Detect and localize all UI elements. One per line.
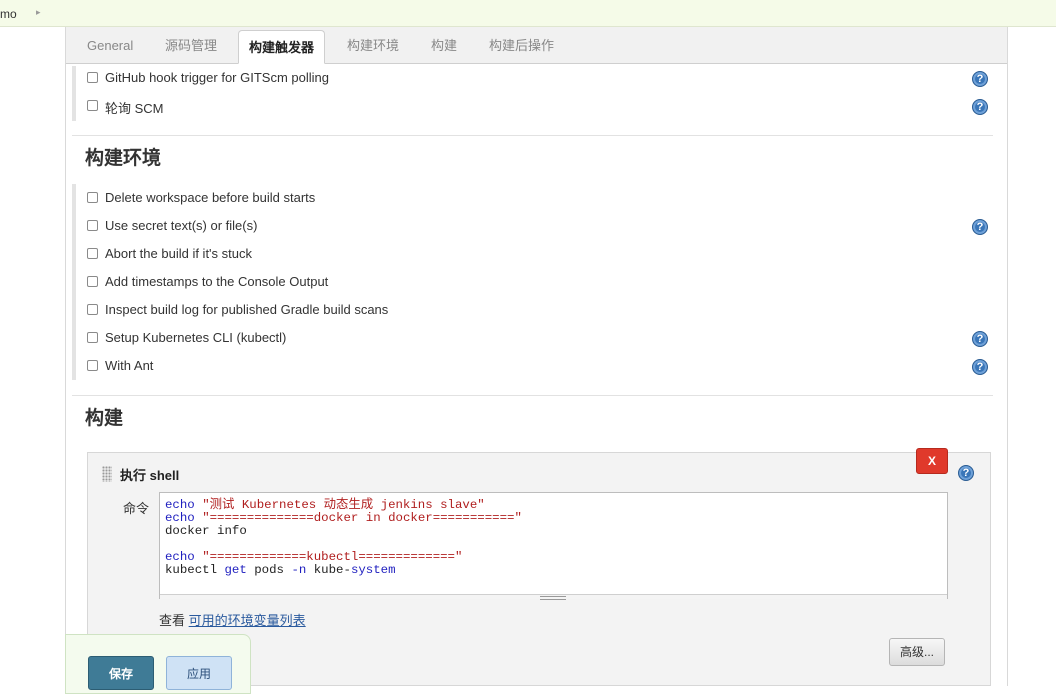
help-icon[interactable]: ?: [972, 99, 988, 115]
drag-handle-icon[interactable]: [102, 466, 112, 482]
env-abort-stuck-label: Abort the build if it's stuck: [105, 246, 252, 261]
env-with-ant-checkbox[interactable]: [87, 360, 98, 371]
env-delete-workspace-label: Delete workspace before build starts: [105, 190, 316, 205]
env-gradle-scans-checkbox[interactable]: [87, 304, 98, 315]
env-gradle-scans-label: Inspect build log for published Gradle b…: [105, 302, 389, 317]
env-timestamps-label: Add timestamps to the Console Output: [105, 274, 329, 289]
help-icon[interactable]: ?: [972, 71, 988, 87]
trigger-github-hook-checkbox[interactable]: [87, 72, 98, 83]
build-env-title: 构建环境: [85, 148, 162, 169]
env-timestamps-checkbox[interactable]: [87, 276, 98, 287]
triggers-group-bar: [72, 66, 76, 121]
code-line: docker info: [165, 524, 247, 538]
help-icon[interactable]: ?: [972, 331, 988, 347]
breadcrumb-bar: mo ▸: [0, 0, 1056, 27]
shell-step-title: 执行 shell: [120, 468, 180, 483]
build-title: 构建: [85, 408, 124, 429]
save-button[interactable]: 保存: [88, 656, 154, 690]
command-code[interactable]: echo "测试 Kubernetes 动态生成 jenkins slave" e…: [165, 499, 522, 577]
help-icon[interactable]: ?: [972, 219, 988, 235]
section-divider: [72, 395, 993, 396]
env-vars-link[interactable]: 可用的环境变量列表: [189, 613, 306, 628]
help-icon[interactable]: ?: [972, 359, 988, 375]
code-line: kubectl get pods -n kube-system: [165, 563, 396, 577]
tab-post-build[interactable]: 构建后操作: [489, 27, 554, 64]
help-icon[interactable]: ?: [958, 465, 974, 481]
trigger-poll-scm-checkbox[interactable]: [87, 100, 98, 111]
tab-general[interactable]: General: [87, 27, 133, 64]
delete-step-button[interactable]: X: [916, 448, 948, 474]
env-kubectl-checkbox[interactable]: [87, 332, 98, 343]
advanced-button[interactable]: 高级...: [889, 638, 945, 666]
tab-build-triggers[interactable]: 构建触发器: [238, 30, 326, 64]
trigger-github-hook-label: GitHub hook trigger for GITScm polling: [105, 70, 329, 85]
apply-button[interactable]: 应用: [166, 656, 232, 690]
breadcrumb-item[interactable]: mo: [0, 7, 17, 21]
trigger-poll-scm-label: 轮询 SCM: [105, 101, 164, 116]
env-with-ant-label: With Ant: [105, 358, 154, 373]
env-vars-hint: 查看 可用的环境变量列表: [159, 610, 306, 629]
env-secret-text-checkbox[interactable]: [87, 220, 98, 231]
build-env-group-bar: [72, 184, 76, 380]
env-delete-workspace-checkbox[interactable]: [87, 192, 98, 203]
env-vars-prefix: 查看: [159, 613, 186, 628]
breadcrumb-separator-icon[interactable]: ▸: [36, 7, 41, 18]
env-kubectl-label: Setup Kubernetes CLI (kubectl): [105, 330, 287, 345]
command-editor[interactable]: echo "测试 Kubernetes 动态生成 jenkins slave" e…: [159, 492, 948, 600]
env-abort-stuck-checkbox[interactable]: [87, 248, 98, 259]
config-tabs: General 源码管理 构建触发器 构建环境 构建 构建后操作: [66, 27, 1007, 64]
tab-build-environment[interactable]: 构建环境: [347, 27, 399, 64]
section-divider: [72, 135, 993, 136]
tab-scm[interactable]: 源码管理: [165, 27, 217, 64]
tab-build[interactable]: 构建: [431, 27, 457, 64]
editor-resize-handle[interactable]: [160, 594, 947, 600]
env-secret-text-label: Use secret text(s) or file(s): [105, 218, 258, 233]
command-label: 命令: [123, 501, 150, 516]
